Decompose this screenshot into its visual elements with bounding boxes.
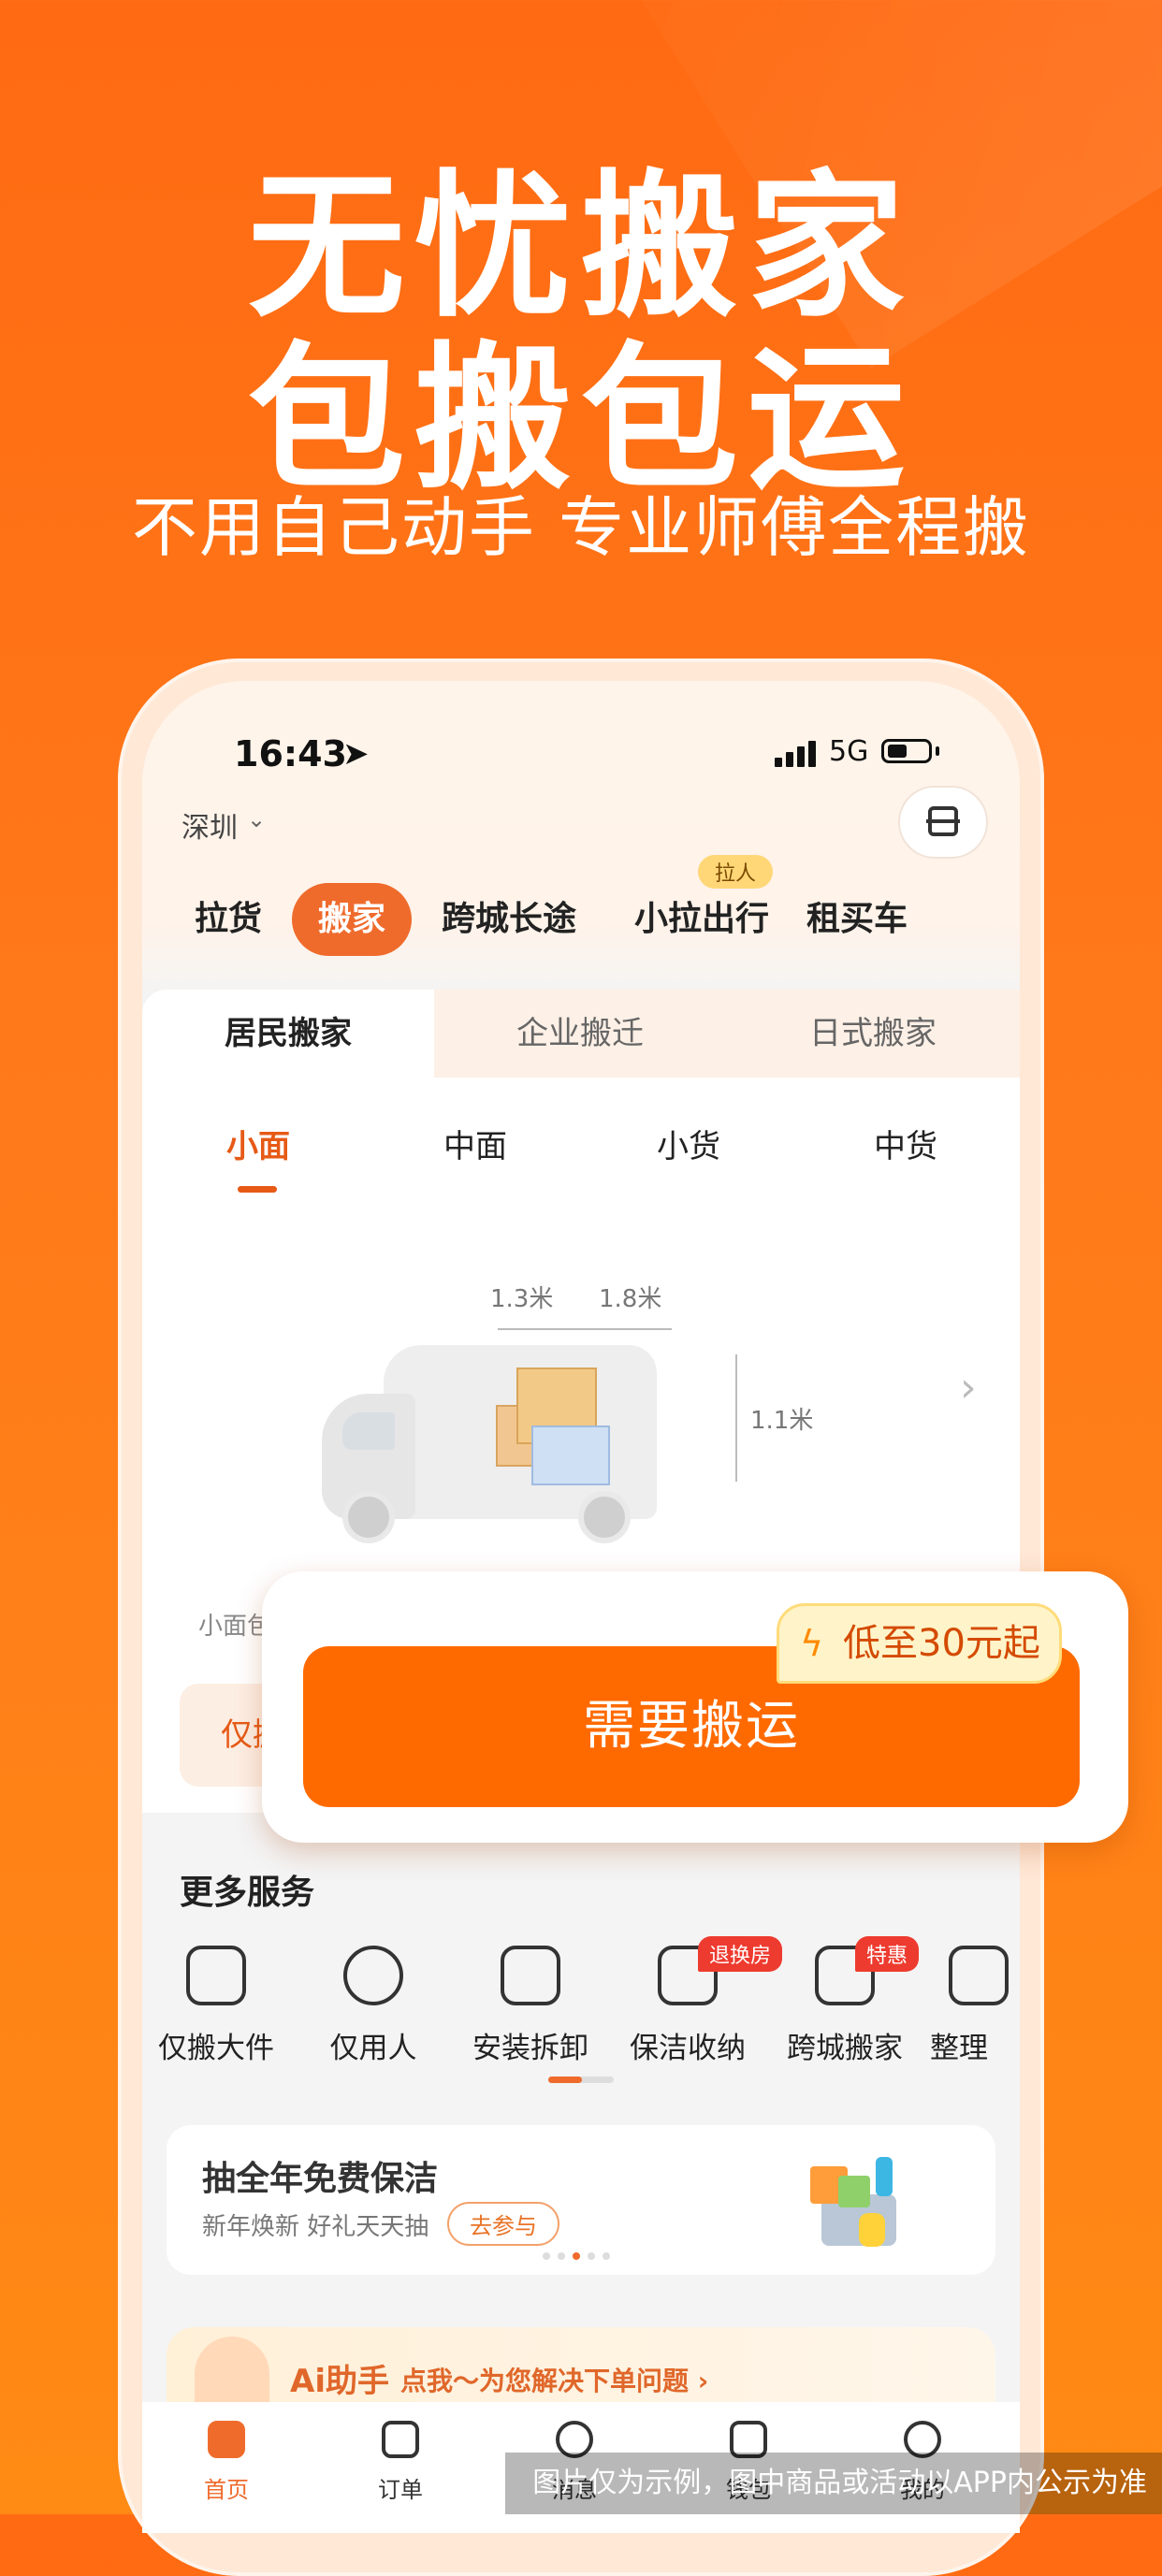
- nav-orders[interactable]: 订单: [354, 2421, 447, 2504]
- dim-width-label: 1.3米: [490, 1285, 554, 1313]
- dim-height-label: 1.1米: [750, 1407, 814, 1435]
- van-wheel-front: [342, 1491, 395, 1543]
- box-icon: [949, 1946, 1009, 2005]
- tab-kuacheng[interactable]: 跨城长途: [442, 883, 576, 956]
- order-icon: [382, 2421, 419, 2458]
- banner-title: 抽全年免费保洁: [202, 2160, 439, 2198]
- tools-icon: [501, 1946, 560, 2005]
- city-selector[interactable]: 深圳: [182, 804, 238, 846]
- service-label: 仅用人: [329, 2032, 417, 2065]
- scan-button[interactable]: [898, 786, 988, 859]
- lightning-icon: ϟ: [800, 1623, 824, 1664]
- ai-title: Ai助手: [290, 2363, 389, 2400]
- tab-zumaiche[interactable]: 租买车: [806, 883, 908, 956]
- tab-lahuo[interactable]: 拉货: [195, 883, 262, 956]
- service-intercity[interactable]: 特惠 跨城搬家: [775, 1936, 920, 2066]
- dim-length-label: 1.8米: [599, 1285, 662, 1313]
- service-organize[interactable]: 整理: [930, 1946, 1020, 2066]
- sofa-icon: [186, 1946, 246, 2005]
- battery-cap: [936, 746, 939, 756]
- service-label: 整理: [930, 2032, 988, 2065]
- price-promo-tag: ϟ 低至30元起: [777, 1603, 1062, 1684]
- subtab-resident[interactable]: 居民搬家: [142, 990, 434, 1078]
- battery-icon: [881, 739, 932, 763]
- nav-label: 首页: [204, 2477, 249, 2503]
- service-label: 仅搬大件: [158, 2032, 274, 2065]
- nav-home[interactable]: 首页: [180, 2421, 273, 2504]
- dim-line-height: [735, 1354, 737, 1482]
- disclaimer: 图片仅为示例，图中商品或活动以APP内公示为准: [505, 2453, 1162, 2514]
- vehicle-tab-small-van[interactable]: 小面: [226, 1121, 290, 1166]
- dim-line-length: [498, 1328, 672, 1330]
- network-type: 5G: [829, 735, 869, 768]
- signal-icon: [775, 741, 816, 767]
- home-icon: [208, 2421, 245, 2458]
- service-label: 跨城搬家: [787, 2032, 903, 2065]
- hero-subtitle: 不用自己动手 专业师傅全程搬: [131, 489, 1031, 566]
- status-bar: 16:43 ➤ 5G: [142, 733, 1020, 789]
- service-badge: 退换房: [698, 1936, 783, 1972]
- service-install[interactable]: 安装拆卸: [460, 1946, 601, 2066]
- service-label: 安装拆卸: [472, 2032, 588, 2065]
- person-icon: [343, 1946, 403, 2005]
- service-badge: 特惠: [855, 1936, 920, 1972]
- subtab-japanese[interactable]: 日式搬家: [726, 990, 1020, 1078]
- service-labor-only[interactable]: 仅用人: [303, 1946, 443, 2066]
- promo-banner[interactable]: 抽全年免费保洁 新年焕新 好礼天天抽 去参与: [167, 2125, 995, 2275]
- service-label: 保洁收纳: [630, 2032, 746, 2065]
- banner-pagination: [543, 2252, 610, 2260]
- van-window: [342, 1412, 395, 1450]
- vehicle-tab-mid-truck[interactable]: 中货: [874, 1121, 937, 1166]
- more-services-title: 更多服务: [180, 1874, 315, 1912]
- vehicle-tab-mid-van[interactable]: 中面: [443, 1121, 507, 1166]
- services-scroll-indicator: [548, 2077, 614, 2083]
- vehicle-tab-small-truck[interactable]: 小货: [657, 1121, 720, 1166]
- banner-subtitle: 新年焕新 好礼天天抽: [202, 2213, 429, 2241]
- scroll-thumb: [548, 2077, 582, 2083]
- promo-text: 低至30元起: [843, 1622, 1040, 1665]
- service-large-items[interactable]: 仅搬大件: [146, 1946, 286, 2066]
- tab-xiaola[interactable]: 小拉出行: [634, 883, 769, 956]
- tab-banjia[interactable]: 搬家: [292, 883, 413, 956]
- cleaning-bucket-icon: [810, 2157, 896, 2247]
- service-cleaning[interactable]: 退换房 保洁收纳: [617, 1936, 783, 2066]
- status-time: 16:43: [234, 733, 347, 774]
- sub-tabs: 居民搬家 企业搬迁 日式搬家: [142, 990, 1020, 1078]
- chevron-down-icon[interactable]: ⌄: [247, 806, 266, 832]
- cargo-water-pack: [531, 1425, 610, 1485]
- ai-prompt: 点我～为您解决下单问题 ›: [400, 2366, 709, 2396]
- vehicle-note: 小面包: [198, 1613, 272, 1641]
- vehicle-tab-indicator: [238, 1186, 277, 1193]
- nav-label: 订单: [378, 2477, 423, 2503]
- chevron-right-icon[interactable]: ›: [960, 1364, 977, 1411]
- scan-icon: [926, 806, 960, 836]
- van-wheel-rear: [578, 1491, 631, 1543]
- banner-join-button[interactable]: 去参与: [447, 2202, 559, 2246]
- location-arrow-icon: ➤: [342, 735, 370, 773]
- subtab-enterprise[interactable]: 企业搬迁: [434, 990, 726, 1078]
